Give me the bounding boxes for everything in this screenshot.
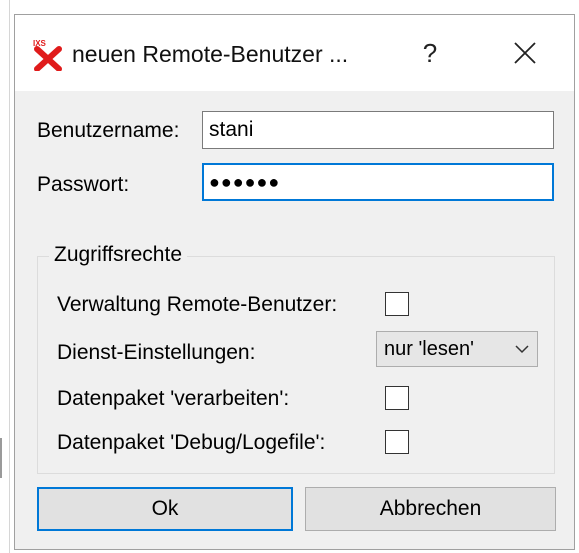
help-button[interactable]: ? — [410, 31, 450, 75]
background-window-border — [9, 0, 10, 553]
permissions-group-title: Zugriffsrechte — [49, 243, 187, 267]
password-input[interactable]: ●●●●●● — [202, 163, 554, 201]
remote-user-dialog: IXS neuen Remote-Benutzer ... ? Benutzer… — [14, 14, 575, 550]
username-input[interactable]: stani — [202, 111, 554, 149]
service-settings-value: nur 'lesen' — [384, 338, 474, 360]
password-label: Passwort: — [37, 173, 130, 196]
title-bar[interactable]: IXS neuen Remote-Benutzer ... ? — [15, 15, 574, 91]
permission-label-process-data: Datenpaket 'verarbeiten': — [57, 387, 290, 410]
app-logo-icon: IXS — [31, 37, 65, 72]
username-label: Benutzername: — [37, 119, 180, 142]
remote-users-checkbox[interactable] — [385, 292, 409, 316]
service-settings-select[interactable]: nur 'lesen' — [376, 331, 538, 367]
ok-button[interactable]: Ok — [37, 487, 293, 531]
process-data-checkbox[interactable] — [385, 386, 409, 410]
cancel-button[interactable]: Abbrechen — [305, 487, 556, 531]
close-icon — [514, 42, 536, 64]
permission-label-remote-users: Verwaltung Remote-Benutzer: — [57, 293, 338, 316]
background-window-mark — [0, 438, 2, 478]
close-button[interactable] — [503, 31, 547, 75]
svg-text:IXS: IXS — [33, 39, 47, 48]
permission-label-service-settings: Dienst-Einstellungen: — [57, 341, 256, 364]
chevron-down-icon — [515, 345, 529, 354]
dialog-title: neuen Remote-Benutzer ... — [72, 41, 349, 67]
permission-label-debug-logfile: Datenpaket 'Debug/Logefile': — [57, 431, 326, 454]
debug-logfile-checkbox[interactable] — [385, 430, 409, 454]
